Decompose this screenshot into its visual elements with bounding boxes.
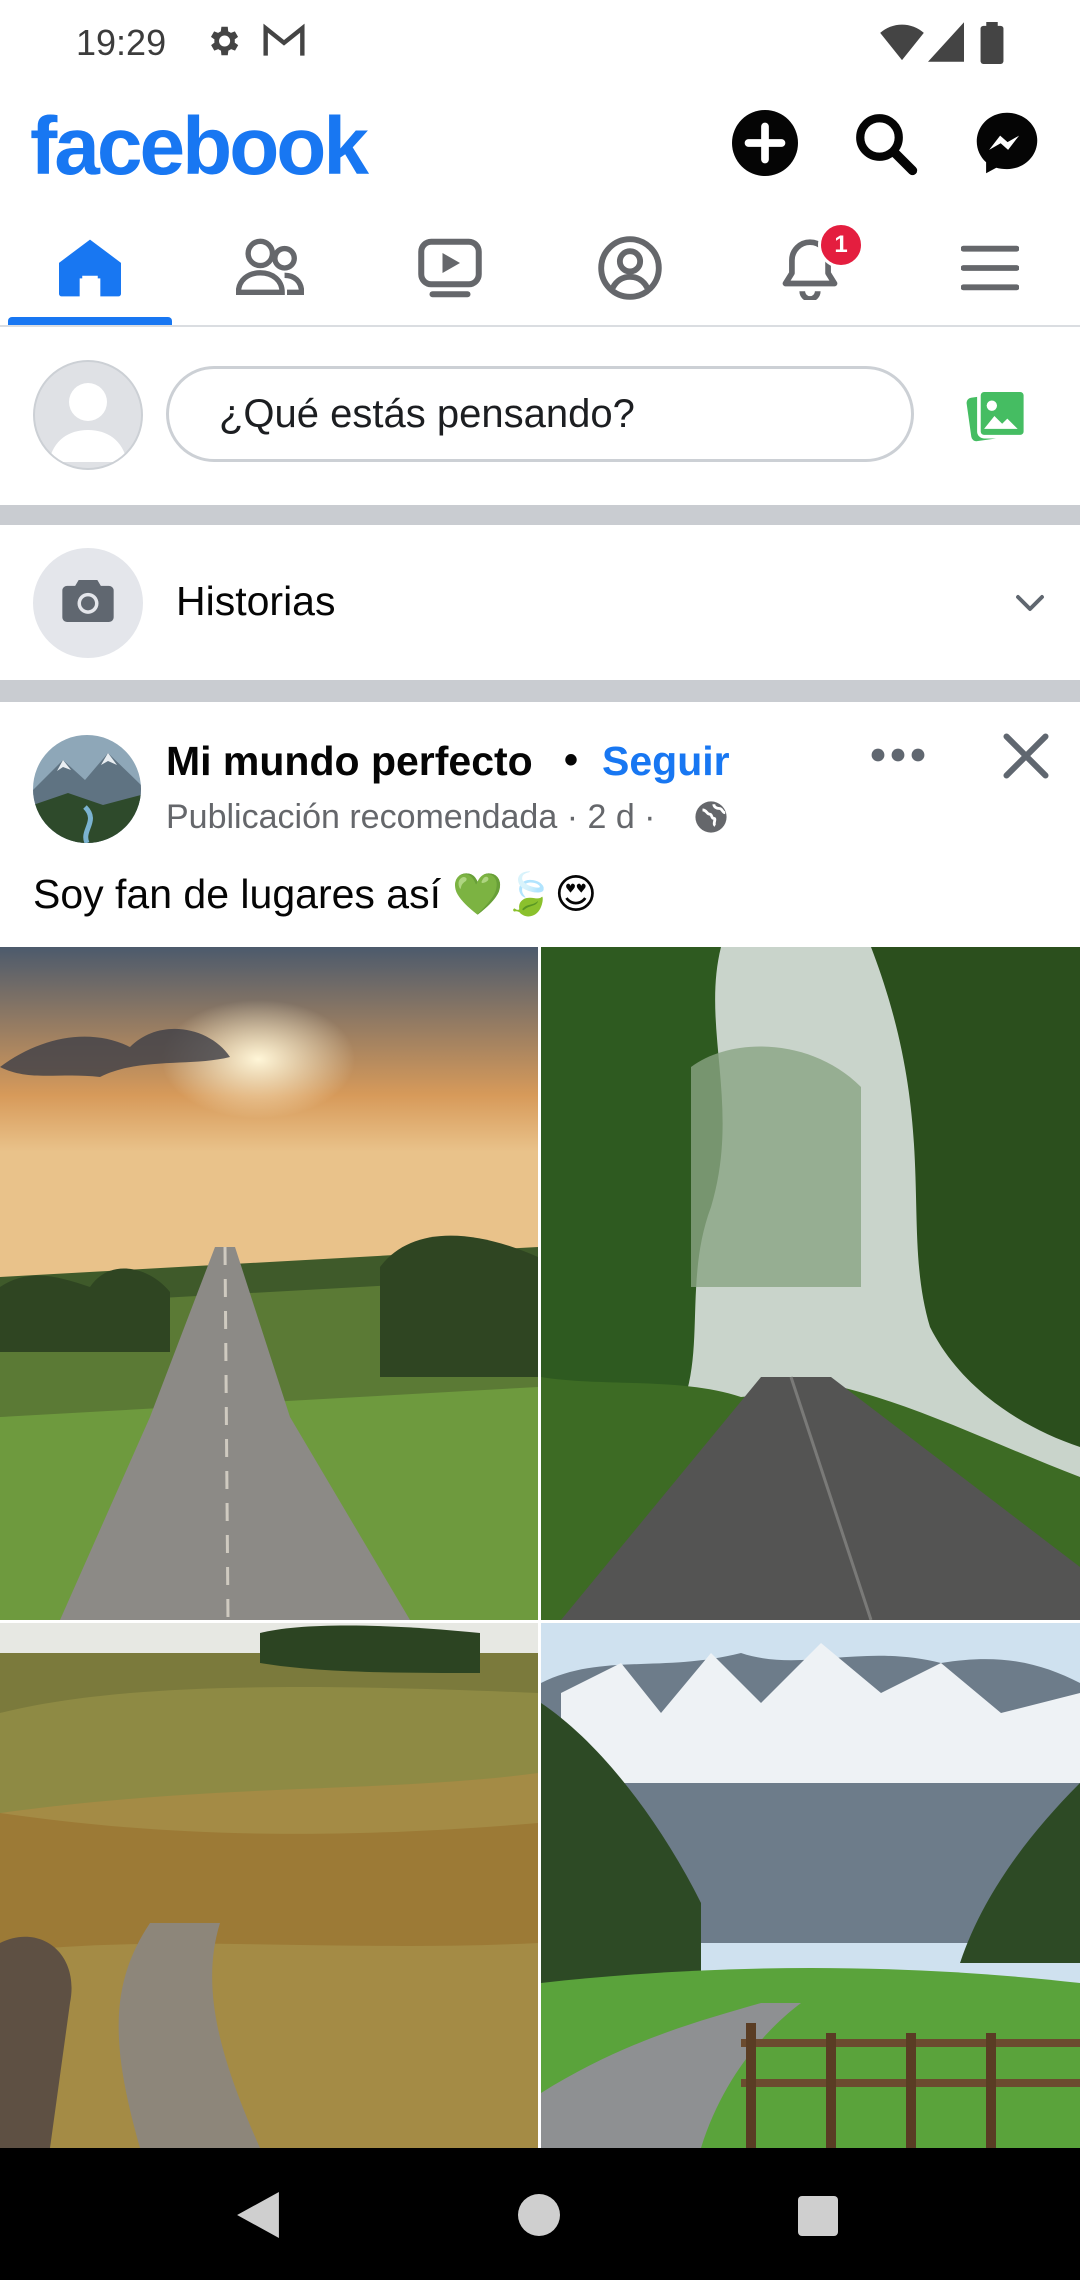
plus-circle-icon xyxy=(732,110,798,180)
search-icon xyxy=(852,114,918,180)
separator-dot: • xyxy=(564,738,579,782)
gear-icon xyxy=(204,22,242,65)
section-divider xyxy=(0,505,1080,525)
hide-post-button[interactable] xyxy=(1000,730,1052,782)
tab-friends[interactable] xyxy=(180,215,360,325)
status-bar: 19:29 xyxy=(0,0,1080,90)
battery-icon xyxy=(980,22,1004,69)
tab-menu[interactable] xyxy=(900,215,1080,325)
tab-watch[interactable] xyxy=(360,215,540,325)
ellipsis-icon xyxy=(868,748,928,774)
close-icon xyxy=(1000,733,1052,786)
system-nav-bar xyxy=(0,2148,1080,2280)
back-button[interactable] xyxy=(236,2192,280,2243)
post-text: Soy fan de lugares así 💚🍃😍 xyxy=(33,871,598,917)
hamburger-icon xyxy=(960,243,1020,298)
chevron-down-icon[interactable] xyxy=(1012,588,1048,618)
facebook-logo[interactable]: facebook xyxy=(30,100,369,194)
messenger-button[interactable] xyxy=(974,110,1040,176)
stories-label[interactable]: Historias xyxy=(176,578,335,625)
tab-notifications[interactable] xyxy=(720,215,900,325)
wifi-icon xyxy=(880,22,924,67)
page-avatar[interactable] xyxy=(33,735,141,843)
gmail-icon xyxy=(262,22,306,65)
tab-profile[interactable] xyxy=(540,215,720,325)
user-avatar[interactable] xyxy=(33,360,143,470)
status-time: 19:29 xyxy=(76,22,167,63)
photo-button[interactable] xyxy=(966,385,1028,447)
post-image-1[interactable] xyxy=(0,947,538,1620)
messenger-icon xyxy=(974,112,1040,180)
post-image-3[interactable] xyxy=(0,1623,538,2148)
notification-badge: 1 xyxy=(818,222,864,268)
section-divider xyxy=(0,680,1080,702)
recents-button[interactable] xyxy=(798,2196,838,2241)
video-icon xyxy=(417,238,483,303)
signal-icon xyxy=(928,22,964,67)
photo-icon xyxy=(966,388,1028,451)
home-button[interactable] xyxy=(518,2194,560,2241)
profile-icon xyxy=(598,235,662,305)
home-icon xyxy=(59,239,121,302)
search-button[interactable] xyxy=(852,110,918,176)
globe-icon xyxy=(694,800,728,834)
tab-home[interactable] xyxy=(0,215,180,325)
friends-icon xyxy=(235,238,305,303)
tab-bar xyxy=(0,215,1080,327)
stories-camera-button[interactable] xyxy=(33,548,143,658)
follow-button[interactable]: Seguir xyxy=(602,738,730,785)
post-meta: Publicación recomendada · 2 d · xyxy=(166,798,656,836)
camera-icon xyxy=(60,577,116,630)
active-tab-indicator xyxy=(8,317,172,325)
create-button[interactable] xyxy=(732,110,798,176)
post-image-4[interactable] xyxy=(541,1623,1080,2148)
more-options-button[interactable] xyxy=(868,740,928,770)
post-image-2[interactable] xyxy=(541,947,1080,1620)
post-author[interactable]: Mi mundo perfecto xyxy=(166,738,533,785)
status-composer-input[interactable]: ¿Qué estás pensando? xyxy=(166,366,914,462)
